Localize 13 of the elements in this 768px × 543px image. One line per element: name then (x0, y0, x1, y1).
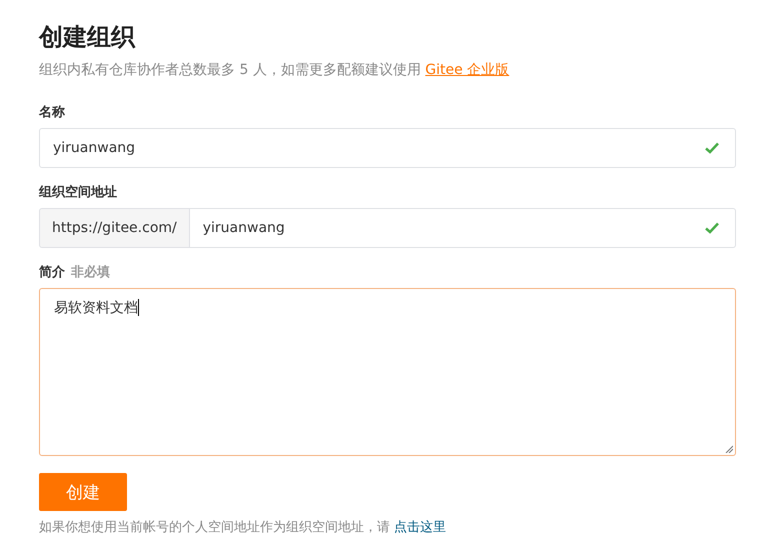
optional-hint: 非必填 (71, 264, 110, 282)
field-label: 名称 (39, 104, 65, 122)
click-here-link[interactable]: 点击这里 (394, 520, 446, 535)
name-field[interactable]: yiruanwang (39, 128, 736, 168)
resize-grip-icon[interactable] (725, 445, 733, 453)
field-label: 组织空间地址 (39, 184, 117, 202)
field-label: 简介 (39, 264, 65, 282)
personal-space-note: 如果你想使用当前帐号的个人空间地址作为组织空间地址，请 点击这里 (39, 519, 448, 537)
description-field[interactable]: 易软资料文档 (39, 288, 736, 456)
quota-note: 组织内私有仓库协作者总数最多 5 人，如需更多配额建议使用 Gitee 企业版 (39, 61, 510, 80)
page-title: 创建组织 (39, 22, 136, 53)
url-prefix: https://gitee.com/ (39, 208, 190, 248)
address-field[interactable]: yiruanwang (190, 208, 736, 248)
